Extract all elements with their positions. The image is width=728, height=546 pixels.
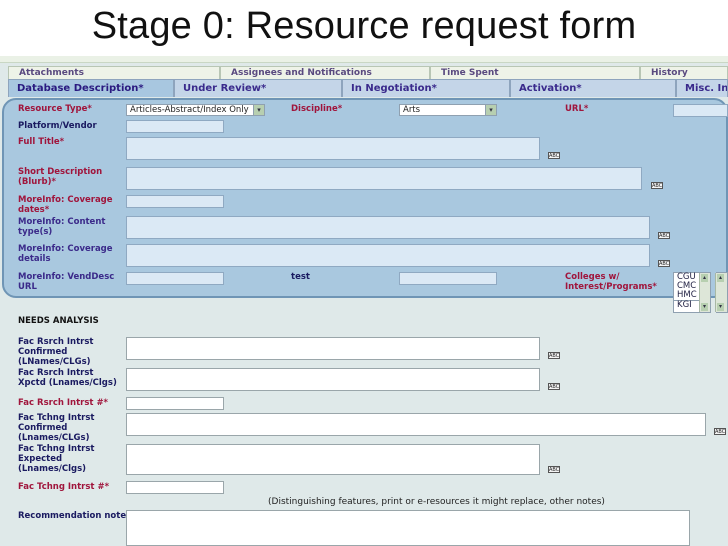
colleges-listbox-2[interactable]: ▴ ▾ xyxy=(715,272,728,313)
test-input[interactable] xyxy=(399,272,497,285)
tab-activation[interactable]: Activation* xyxy=(510,79,676,97)
chevron-up-icon[interactable]: ▴ xyxy=(701,274,708,282)
spellcheck-icon[interactable]: ABC xyxy=(658,232,670,239)
fac-rsrch-confirmed-input[interactable] xyxy=(126,337,540,360)
coverage-details-label: MoreInfo: Coverage details xyxy=(18,244,113,264)
short-description-input[interactable] xyxy=(126,167,642,190)
platform-vendor-input[interactable] xyxy=(126,120,224,133)
fac-tchng-count-input[interactable] xyxy=(126,481,224,494)
fac-rsrch-expected-input[interactable] xyxy=(126,368,540,391)
discipline-select[interactable]: Arts ▾ xyxy=(399,104,497,116)
tab-under-review[interactable]: Under Review* xyxy=(174,79,342,97)
fac-tchng-confirmed-input[interactable] xyxy=(126,413,706,436)
discipline-value: Arts xyxy=(403,105,421,115)
chevron-up-icon[interactable]: ▴ xyxy=(717,274,724,282)
full-title-label: Full Title* xyxy=(18,137,65,147)
fac-rsrch-expected-label: Fac Rsrch Intrst Xpctd (Lnames/Clgs) xyxy=(18,368,117,388)
fac-tchng-count-label: Fac Tchng Intrst #* xyxy=(18,482,110,492)
platform-vendor-label: Platform/Vendor xyxy=(18,121,97,131)
spellcheck-icon[interactable]: ABC xyxy=(651,182,663,189)
chevron-down-icon[interactable]: ▾ xyxy=(717,303,724,311)
distinguishing-note: (Distinguishing features, print or e-res… xyxy=(268,497,605,507)
test-label: test xyxy=(291,272,310,282)
vend-desc-url-label: MoreInfo: VendDesc URL xyxy=(18,272,115,292)
fac-tchng-expected-label: Fac Tchng Intrst Expected (Lnames/Clgs) xyxy=(18,444,95,474)
spellcheck-icon[interactable]: ABC xyxy=(658,260,670,267)
fac-rsrch-confirmed-label: Fac Rsrch Intrst Confirmed (LNames/CLGs) xyxy=(18,337,94,367)
resource-type-select[interactable]: Articles-Abstract/Index Only ▾ xyxy=(126,104,265,116)
chevron-down-icon: ▾ xyxy=(253,105,264,115)
content-types-label: MoreInfo: Content type(s) xyxy=(18,217,106,237)
coverage-dates-label: MoreInfo: Coverage dates* xyxy=(18,195,113,215)
scrollbar[interactable]: ▴ ▾ xyxy=(699,273,710,312)
spellcheck-icon[interactable]: ABC xyxy=(548,152,560,159)
spellcheck-icon[interactable]: ABC xyxy=(548,352,560,359)
top-strip xyxy=(0,56,728,63)
recommendation-notes-label: Recommendation notes xyxy=(18,511,132,521)
tab-history[interactable]: History xyxy=(640,66,728,79)
chevron-down-icon[interactable]: ▾ xyxy=(701,303,708,311)
spellcheck-icon[interactable]: ABC xyxy=(548,383,560,390)
tab-time-spent[interactable]: Time Spent xyxy=(430,66,640,79)
fac-rsrch-count-label: Fac Rsrch Intrst #* xyxy=(18,398,109,408)
fac-rsrch-count-input[interactable] xyxy=(126,397,224,410)
scrollbar[interactable]: ▴ ▾ xyxy=(715,273,727,312)
needs-analysis-heading: NEEDS ANALYSIS xyxy=(18,316,99,326)
resource-type-value: Articles-Abstract/Index Only xyxy=(130,105,249,115)
secondary-tab-row: Attachments Assignees and Notifications … xyxy=(8,66,728,80)
colleges-label: Colleges w/ Interest/Programs* xyxy=(565,272,657,292)
url-label: URL* xyxy=(565,104,589,114)
coverage-details-input[interactable] xyxy=(126,244,650,267)
full-title-input[interactable] xyxy=(126,137,540,160)
content-types-input[interactable] xyxy=(126,216,650,239)
short-description-label: Short Description (Blurb)* xyxy=(18,167,103,187)
fac-tchng-confirmed-label: Fac Tchng Intrst Confirmed (Lnames/CLGs) xyxy=(18,413,95,443)
fac-tchng-expected-input[interactable] xyxy=(126,444,540,475)
primary-tab-row: Database Description* Under Review* In N… xyxy=(8,79,728,97)
colleges-listbox[interactable]: CGU CMC HMC KGI ▴ ▾ xyxy=(673,272,711,313)
tab-database-description[interactable]: Database Description* xyxy=(8,79,174,97)
slide-title: Stage 0: Resource request form xyxy=(91,5,637,47)
spellcheck-icon[interactable]: ABC xyxy=(548,466,560,473)
vend-desc-url-input[interactable] xyxy=(126,272,224,285)
url-input[interactable] xyxy=(673,104,728,117)
tab-in-negotiation[interactable]: In Negotiation* xyxy=(342,79,510,97)
tab-assignees-notifications[interactable]: Assignees and Notifications xyxy=(220,66,430,79)
tab-misc-info[interactable]: Misc. In xyxy=(676,79,728,97)
coverage-dates-input[interactable] xyxy=(126,195,224,208)
tab-attachments[interactable]: Attachments xyxy=(8,66,220,79)
recommendation-notes-input[interactable] xyxy=(126,510,690,546)
discipline-label: Discipline* xyxy=(291,104,343,114)
resource-type-label: Resource Type* xyxy=(18,104,92,114)
chevron-down-icon: ▾ xyxy=(485,105,496,115)
spellcheck-icon[interactable]: ABC xyxy=(714,428,726,435)
